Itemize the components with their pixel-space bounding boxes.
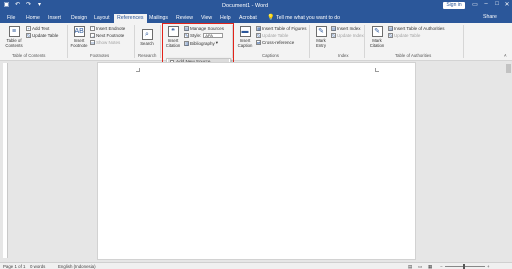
tab-insert[interactable]: Insert (47, 14, 62, 23)
refresh-icon: ↻ (256, 33, 261, 38)
tell-me-search[interactable]: Tell me what you want to do (276, 15, 340, 21)
margin-corner (375, 68, 379, 72)
show-notes-button[interactable]: ▭ Show Notes (90, 40, 120, 45)
redo-icon[interactable]: ↷ (25, 2, 32, 9)
save-icon[interactable]: ▣ (3, 2, 10, 9)
tab-review[interactable]: Review (175, 14, 194, 23)
group-label-research: Research (138, 53, 157, 58)
insert-table-of-figures-button[interactable]: ▦ Insert Table of Figures (256, 26, 306, 31)
search-icon: ⌕ (141, 29, 153, 40)
group-label-index: Index (338, 53, 349, 58)
group-divider (463, 25, 464, 58)
zoom-out-icon[interactable]: − (440, 264, 443, 269)
tab-help[interactable]: Help (219, 14, 232, 23)
group-label-captions: Captions (262, 53, 279, 58)
table-of-contents-button[interactable]: ≡ Table of Contents (3, 26, 25, 48)
lightbulb-icon: 💡 (267, 15, 275, 21)
update-figures-table-button[interactable]: ↻ Update Table (256, 33, 288, 38)
add-text-icon: + (26, 26, 31, 31)
group-label-toa: Table of Authorities (395, 53, 432, 58)
title-bar: ▣ ↶ ↷ ▾ Document1 - Word Sign in ▭ – □ ✕ (0, 0, 512, 12)
web-layout-icon[interactable]: ▦ (428, 264, 432, 269)
collapse-ribbon-icon[interactable]: ˄ (504, 53, 507, 58)
group-divider (309, 25, 310, 58)
group-label-footnotes: Footnotes (90, 53, 110, 58)
tab-design[interactable]: Design (70, 14, 88, 23)
group-divider (364, 25, 365, 58)
mark-entry-icon: ✎ (315, 26, 327, 37)
language-indicator[interactable]: English (Indonesia) (58, 264, 96, 269)
group-label-toc: Table of Contents (12, 53, 46, 58)
print-layout-icon[interactable]: ▭ (418, 264, 422, 269)
insert-table-of-authorities-button[interactable]: ▤ Insert Table of Authorities (388, 26, 444, 31)
zoom-slider-knob[interactable] (463, 264, 465, 269)
vertical-scrollbar[interactable] (505, 62, 512, 260)
maximize-icon[interactable]: □ (492, 1, 502, 7)
refresh-icon: ↻ (388, 33, 393, 38)
search-button[interactable]: ⌕ Search (138, 29, 156, 46)
table-of-figures-icon: ▦ (256, 26, 261, 31)
vertical-ruler (3, 63, 8, 258)
scrollbar-thumb[interactable] (506, 64, 511, 73)
cross-reference-button[interactable]: ⇄ Cross-reference (256, 40, 294, 45)
tab-file[interactable]: File (6, 14, 16, 23)
insert-index-button[interactable]: ▤ Insert Index (331, 26, 361, 31)
insert-caption-button[interactable]: ▬ Insert Caption (236, 26, 254, 48)
customize-icon[interactable]: ▾ (36, 2, 43, 9)
status-bar: Page 1 of 1 0 words English (Indonesia) … (0, 262, 512, 269)
refresh-icon: ↻ (331, 33, 336, 38)
endnote-icon: ⁱ (90, 26, 95, 31)
ribbon-display-icon[interactable]: ▭ (470, 1, 480, 8)
tab-layout[interactable]: Layout (93, 14, 111, 23)
page-count[interactable]: Page 1 of 1 (3, 264, 25, 269)
tab-home[interactable]: Home (25, 14, 41, 23)
footnote-icon: AB (73, 26, 85, 37)
tab-mailings[interactable]: Mailings (148, 14, 169, 23)
zoom-in-icon[interactable]: + (487, 264, 490, 269)
next-footnote-button[interactable]: → Next Footnote (90, 33, 124, 38)
update-authorities-table-button[interactable]: ↻ Update Table (388, 33, 420, 38)
minimize-icon[interactable]: – (481, 1, 491, 7)
mark-citation-button[interactable]: ✎ Mark Citation (368, 26, 386, 48)
window-title: Document1 - Word (222, 3, 269, 9)
share-button[interactable]: Share (483, 14, 497, 20)
ribbon-tabs: File Home Insert Design Layout Reference… (0, 12, 512, 23)
word-count[interactable]: 0 words (30, 264, 45, 269)
tab-view[interactable]: View (200, 14, 213, 23)
tab-acrobat[interactable]: Acrobat (238, 14, 258, 23)
update-index-button[interactable]: ↻ Update Index (331, 33, 364, 38)
read-mode-icon[interactable]: ▤ (408, 264, 412, 269)
group-divider (160, 25, 161, 58)
insert-endnote-button[interactable]: ⁱ Insert Endnote (90, 26, 125, 31)
tab-references[interactable]: References (114, 14, 147, 23)
sign-in-button[interactable]: Sign in (443, 2, 465, 9)
margin-corner (136, 68, 140, 72)
caption-icon: ▬ (239, 26, 251, 37)
quick-access-toolbar: ▣ ↶ ↷ ▾ (3, 2, 43, 9)
cross-reference-icon: ⇄ (256, 40, 261, 45)
next-footnote-icon: → (90, 33, 95, 38)
insert-footnote-button[interactable]: AB Insert Footnote (70, 26, 88, 48)
show-notes-icon: ▭ (90, 40, 95, 45)
zoom-slider[interactable] (445, 266, 485, 267)
index-icon: ▤ (331, 26, 336, 31)
update-table-button[interactable]: ↻ Update Table (26, 33, 58, 38)
add-text-button[interactable]: + Add Text (26, 26, 49, 31)
table-of-contents-icon: ≡ (8, 26, 20, 37)
ribbon: ≡ Table of Contents + Add Text ↻ Update … (0, 23, 512, 61)
close-icon[interactable]: ✕ (502, 1, 512, 8)
refresh-icon: ↻ (26, 33, 31, 38)
table-of-authorities-icon: ▤ (388, 26, 393, 31)
mark-entry-button[interactable]: ✎ Mark Entry (313, 26, 329, 48)
document-page[interactable] (97, 62, 416, 260)
mark-citation-icon: ✎ (371, 26, 383, 37)
undo-icon[interactable]: ↶ (14, 2, 21, 9)
group-divider (134, 25, 135, 58)
group-divider (67, 25, 68, 58)
